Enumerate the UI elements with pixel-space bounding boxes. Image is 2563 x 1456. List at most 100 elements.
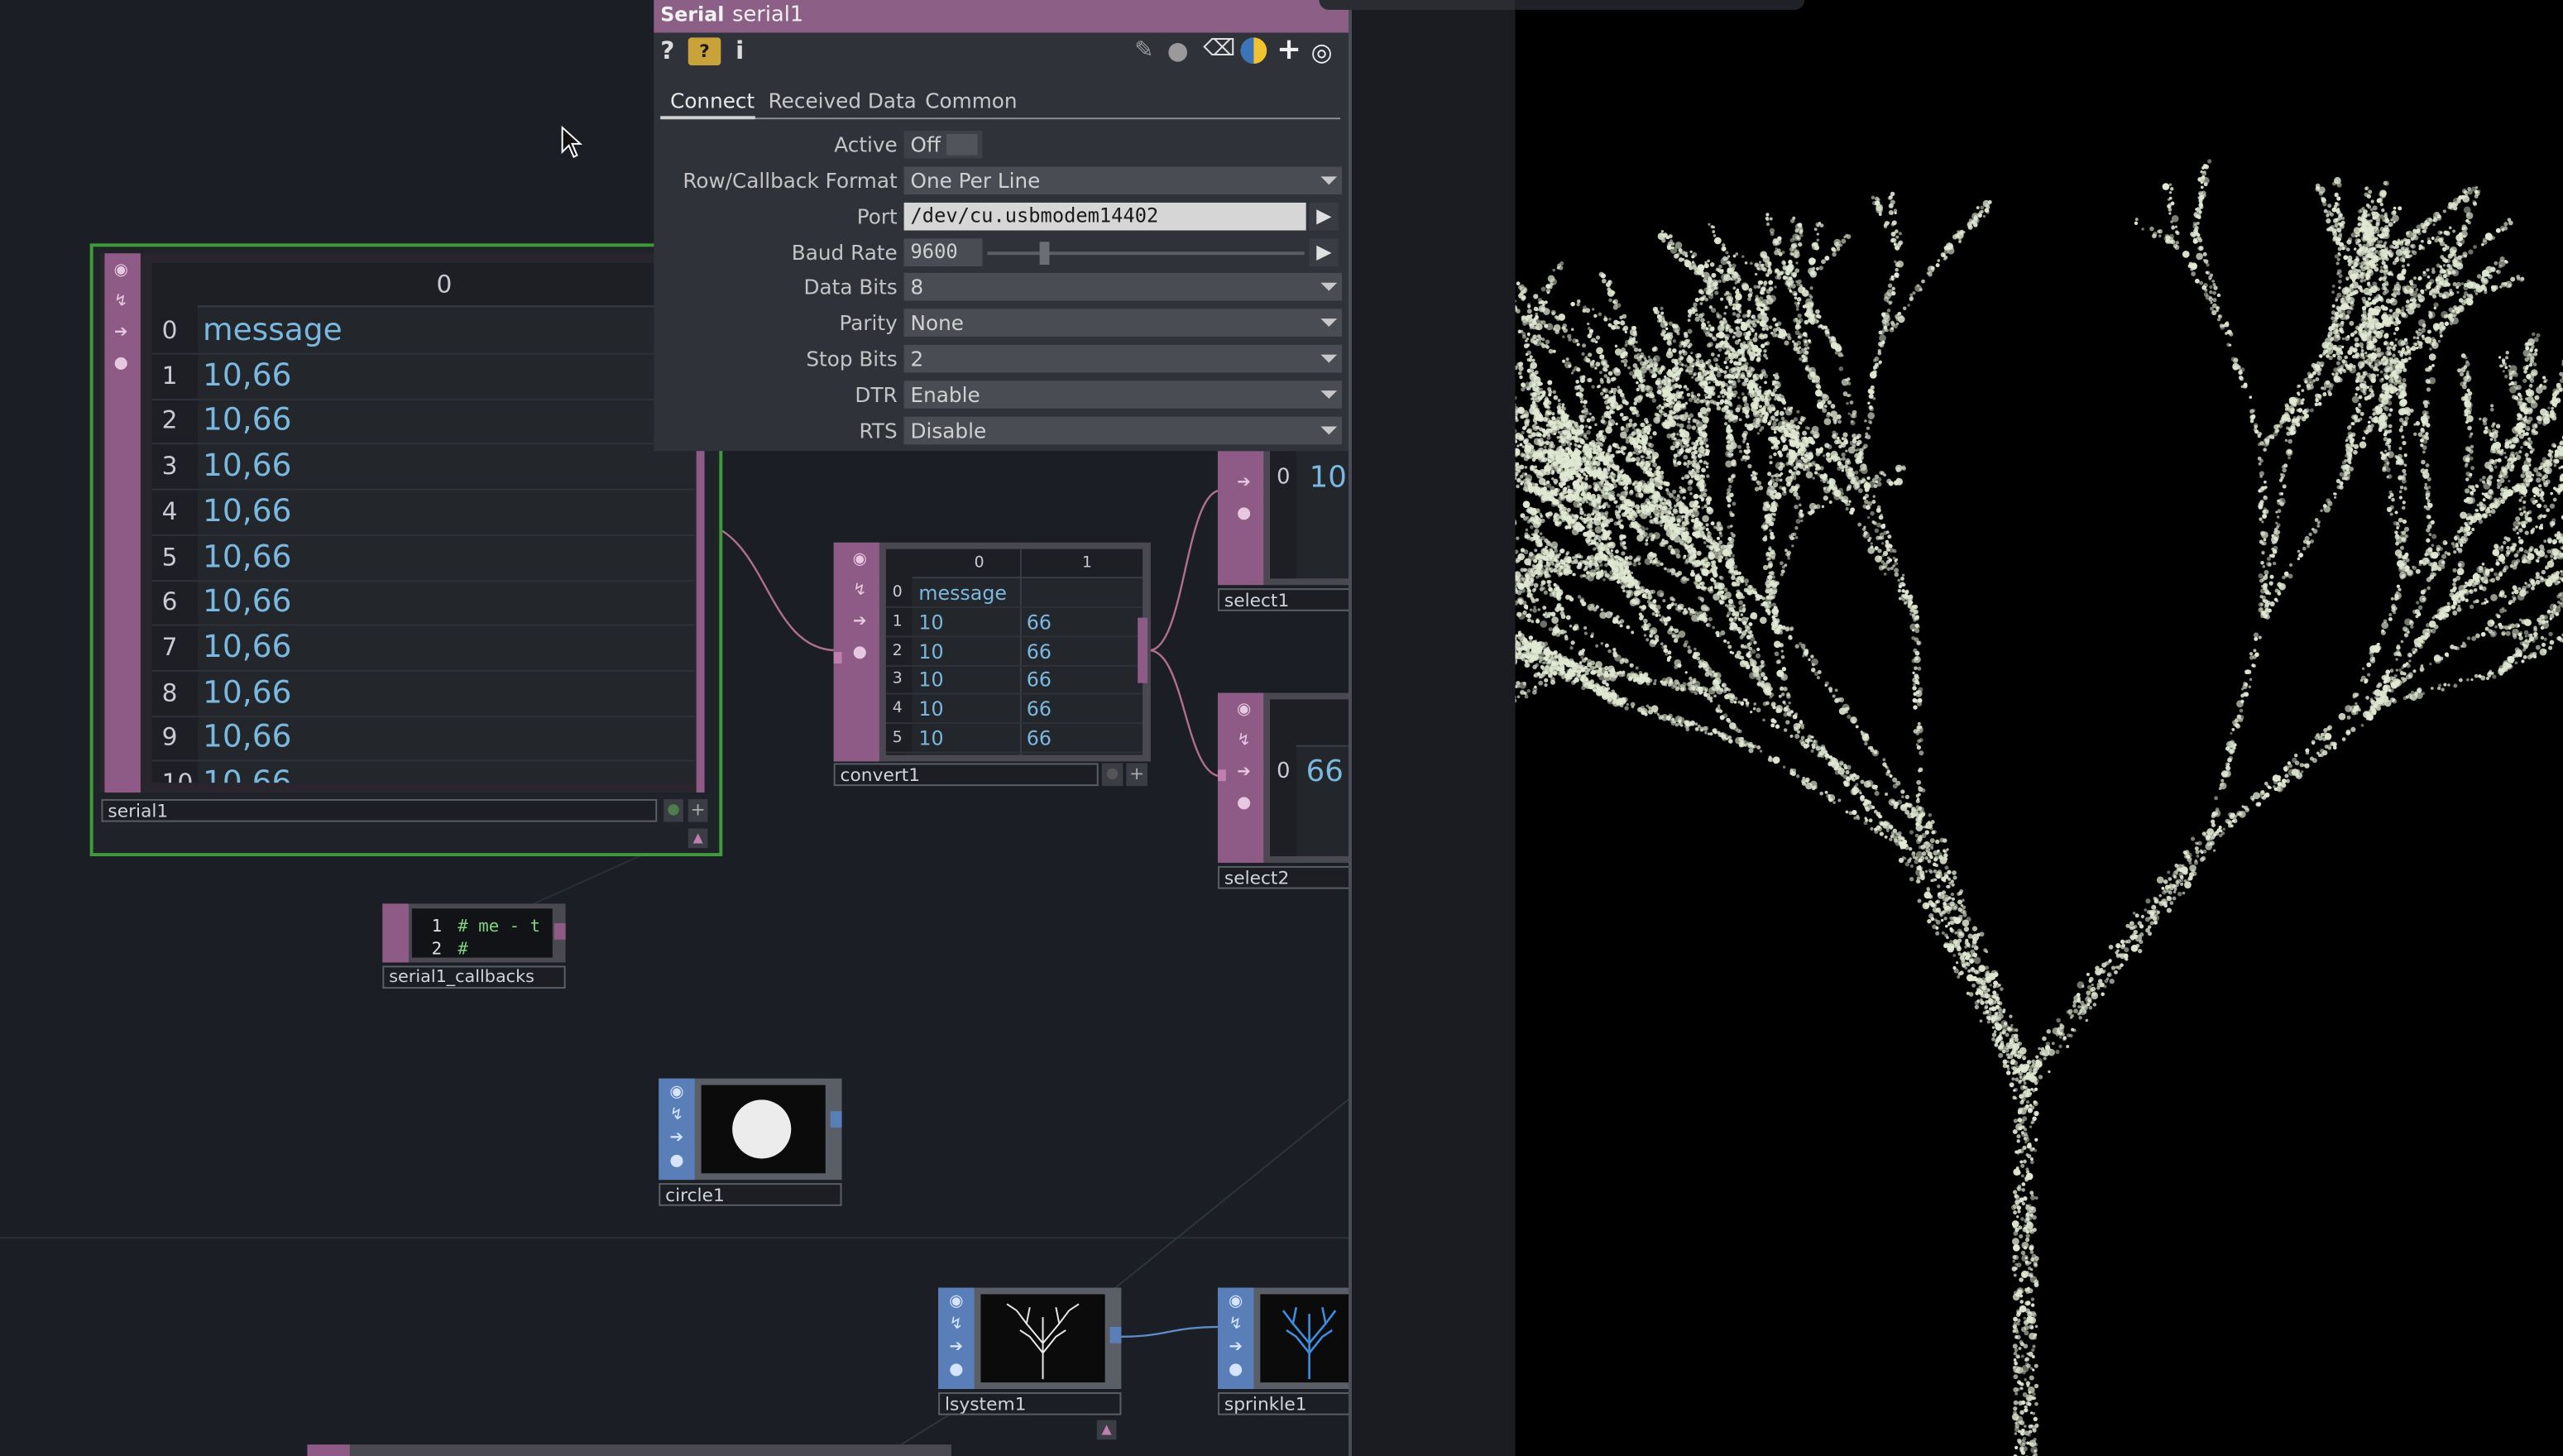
select1-name-label[interactable]: select1 <box>1218 588 1350 611</box>
viewer-toggle-icon[interactable]: ◉ <box>1224 1291 1248 1314</box>
cell-value: 10,66 <box>203 357 291 393</box>
row-index: 7 <box>162 632 178 662</box>
particle-tree-render <box>1516 0 2563 1456</box>
callbacks-line-number: 2 <box>432 940 443 958</box>
tab-common[interactable]: Common <box>925 89 1017 118</box>
network-editor[interactable]: ◉ ↯ ➔ ● 0 0 message 1 10,66 2 10,66 3 10,66 4 10,… <box>0 0 1350 1456</box>
dtr-dropdown[interactable]: Enable <box>904 381 1343 409</box>
port-input[interactable]: /dev/cu.usbmodem14402 <box>904 203 1306 231</box>
rts-dropdown[interactable]: Disable <box>904 417 1343 445</box>
eraser-icon[interactable]: ⌫ <box>1203 36 1235 62</box>
serial1-node[interactable]: ◉ ↯ ➔ ● 0 0 message 1 10,66 2 10,66 3 10,66 4 10,… <box>90 243 723 856</box>
python-icon[interactable] <box>1241 37 1267 64</box>
serial1-name-label[interactable]: serial1 <box>101 799 657 822</box>
python-help-icon[interactable]: ? <box>688 37 721 65</box>
lsystem1-output-connector[interactable] <box>1110 1327 1122 1343</box>
cook-flag-icon[interactable]: ↯ <box>945 1314 968 1337</box>
select2-input-connector[interactable] <box>1218 769 1226 781</box>
lock-icon[interactable]: ● <box>1233 793 1256 816</box>
viewer-toggle-icon[interactable]: ◉ <box>665 1082 688 1105</box>
lsystem1-node[interactable]: ◉ ↯ ➔ ● lsystem1 ▲ <box>938 1288 1121 1415</box>
convert1-output-connector[interactable] <box>1138 618 1147 683</box>
viewer-toggle-icon[interactable]: ◉ <box>109 260 132 283</box>
circle1-viewer[interactable] <box>702 1085 826 1174</box>
sprinkle1-viewer[interactable] <box>1260 1294 1350 1382</box>
cook-flag-icon[interactable]: ↯ <box>109 291 132 314</box>
baud-menu-arrow-icon[interactable]: ▶ <box>1310 238 1339 266</box>
lock-icon[interactable]: ● <box>848 642 871 665</box>
tree-preview-icon <box>980 1294 1104 1382</box>
sprinkle1-node[interactable]: ◉ ↯ ➔ ● sprinkle1 <box>1218 1288 1350 1415</box>
circle1-name-label[interactable]: circle1 <box>659 1183 841 1206</box>
lock-icon[interactable]: ● <box>945 1359 968 1382</box>
port-menu-arrow-icon[interactable]: ▶ <box>1310 203 1339 231</box>
plus-icon[interactable]: + <box>1277 33 1301 67</box>
cook-flag-icon[interactable]: ↯ <box>665 1104 688 1128</box>
cook-flag-icon[interactable]: ↯ <box>848 580 871 603</box>
bottom-partial-node[interactable] <box>307 1444 951 1456</box>
comment-icon[interactable]: ● <box>1167 36 1189 65</box>
lsystem1-pin-icon[interactable]: ▲ <box>1097 1420 1117 1440</box>
baud-slider-track[interactable] <box>987 251 1304 255</box>
sprinkle1-name-label[interactable]: sprinkle1 <box>1218 1392 1350 1415</box>
cook-flag-icon[interactable]: ↯ <box>1224 1314 1248 1337</box>
convert1-expand-plus-icon[interactable]: + <box>1126 763 1147 786</box>
info-icon[interactable]: i <box>735 36 744 65</box>
lock-icon[interactable]: ● <box>665 1151 688 1174</box>
lock-icon[interactable]: ● <box>1224 1359 1248 1382</box>
serial1-table[interactable]: 0 0 message 1 10,66 2 10,66 3 10,66 4 10,66 5 10,66… <box>152 263 695 783</box>
cell-value: 10 <box>918 611 943 634</box>
select2-node[interactable]: ◉ ↯ ➔ ● 0 66 select2 <box>1218 693 1350 891</box>
viewer-toggle-icon[interactable]: ◉ <box>1233 699 1256 722</box>
bypass-arrow-icon[interactable]: ➔ <box>1233 472 1256 496</box>
format-dropdown[interactable]: One Per Line <box>904 166 1343 194</box>
row-index: 0 <box>1277 466 1290 491</box>
databits-dropdown[interactable]: 8 <box>904 273 1343 301</box>
chevron-down-icon <box>1320 176 1337 184</box>
select1-node[interactable]: ➔ ● 0 10 select1 <box>1218 451 1350 611</box>
bypass-arrow-icon[interactable]: ➔ <box>1233 761 1256 784</box>
lock-icon[interactable]: ● <box>109 353 132 376</box>
circle1-output-connector[interactable] <box>831 1111 842 1128</box>
convert1-node[interactable]: ◉ ↯ ➔ ● 0 1 0 message 1 10 66 2 10 66 3 10 66 4 10 66… <box>834 543 1151 786</box>
baud-slider-handle[interactable] <box>1040 242 1050 265</box>
stopbits-dropdown[interactable]: 2 <box>904 345 1343 373</box>
bypass-arrow-icon[interactable]: ➔ <box>1224 1337 1248 1360</box>
convert1-input-connector[interactable] <box>834 652 842 663</box>
active-toggle[interactable]: Off <box>904 131 983 159</box>
serial1-expand-plus-icon[interactable]: + <box>688 799 708 822</box>
serial1-callbacks-node[interactable]: 1 # me - t 2 # serial1_callbacks <box>382 903 565 989</box>
lsystem1-viewer[interactable] <box>980 1294 1104 1382</box>
tab-received-data[interactable]: Received Data <box>769 89 917 118</box>
cook-flag-icon[interactable]: ↯ <box>1233 730 1256 754</box>
viewer-toggle-icon[interactable]: ◉ <box>945 1291 968 1314</box>
convert1-name-label[interactable]: convert1 <box>834 763 1099 786</box>
lock-icon[interactable]: ● <box>1233 503 1256 526</box>
serial1-callback-pin-icon[interactable]: ▲ <box>688 828 708 848</box>
convert1-table[interactable]: 0 1 0 message 1 10 66 2 10 66 3 10 66 4 10 66 5 10 66 <box>886 549 1143 755</box>
callbacks-output-connector[interactable] <box>554 923 566 940</box>
bypass-arrow-icon[interactable]: ➔ <box>848 611 871 635</box>
target-icon[interactable]: ◎ <box>1311 37 1333 67</box>
callbacks-text-viewer[interactable]: 1 # me - t 2 # <box>412 908 553 957</box>
parameter-dialog-titlebar[interactable]: Serial serial1 <box>654 0 1349 33</box>
parity-dropdown[interactable]: None <box>904 309 1343 337</box>
table-row: 5 10,66 <box>152 535 695 581</box>
bypass-arrow-icon[interactable]: ➔ <box>665 1128 688 1151</box>
callbacks-name-label[interactable]: serial1_callbacks <box>382 965 565 989</box>
select2-name-label[interactable]: select2 <box>1218 866 1350 889</box>
select2-table[interactable]: 0 66 <box>1270 699 1350 856</box>
viewer-toggle-icon[interactable]: ◉ <box>848 549 871 572</box>
bypass-arrow-icon[interactable]: ➔ <box>945 1337 968 1360</box>
baud-input[interactable]: 9600 <box>904 238 983 266</box>
lsystem1-name-label[interactable]: lsystem1 <box>938 1392 1121 1415</box>
tab-underline <box>660 117 1340 119</box>
select1-table[interactable]: 0 10 <box>1270 451 1350 578</box>
bypass-arrow-icon[interactable]: ➔ <box>109 322 132 345</box>
help-icon[interactable]: ? <box>660 36 674 65</box>
render-viewer[interactable] <box>1516 0 2563 1456</box>
tab-connect[interactable]: Connect <box>670 89 755 118</box>
op-name-field[interactable]: serial1 <box>732 3 803 28</box>
pencil-icon[interactable]: ✎ <box>1134 37 1153 64</box>
circle1-node[interactable]: ◉ ↯ ➔ ● circle1 <box>659 1079 841 1206</box>
